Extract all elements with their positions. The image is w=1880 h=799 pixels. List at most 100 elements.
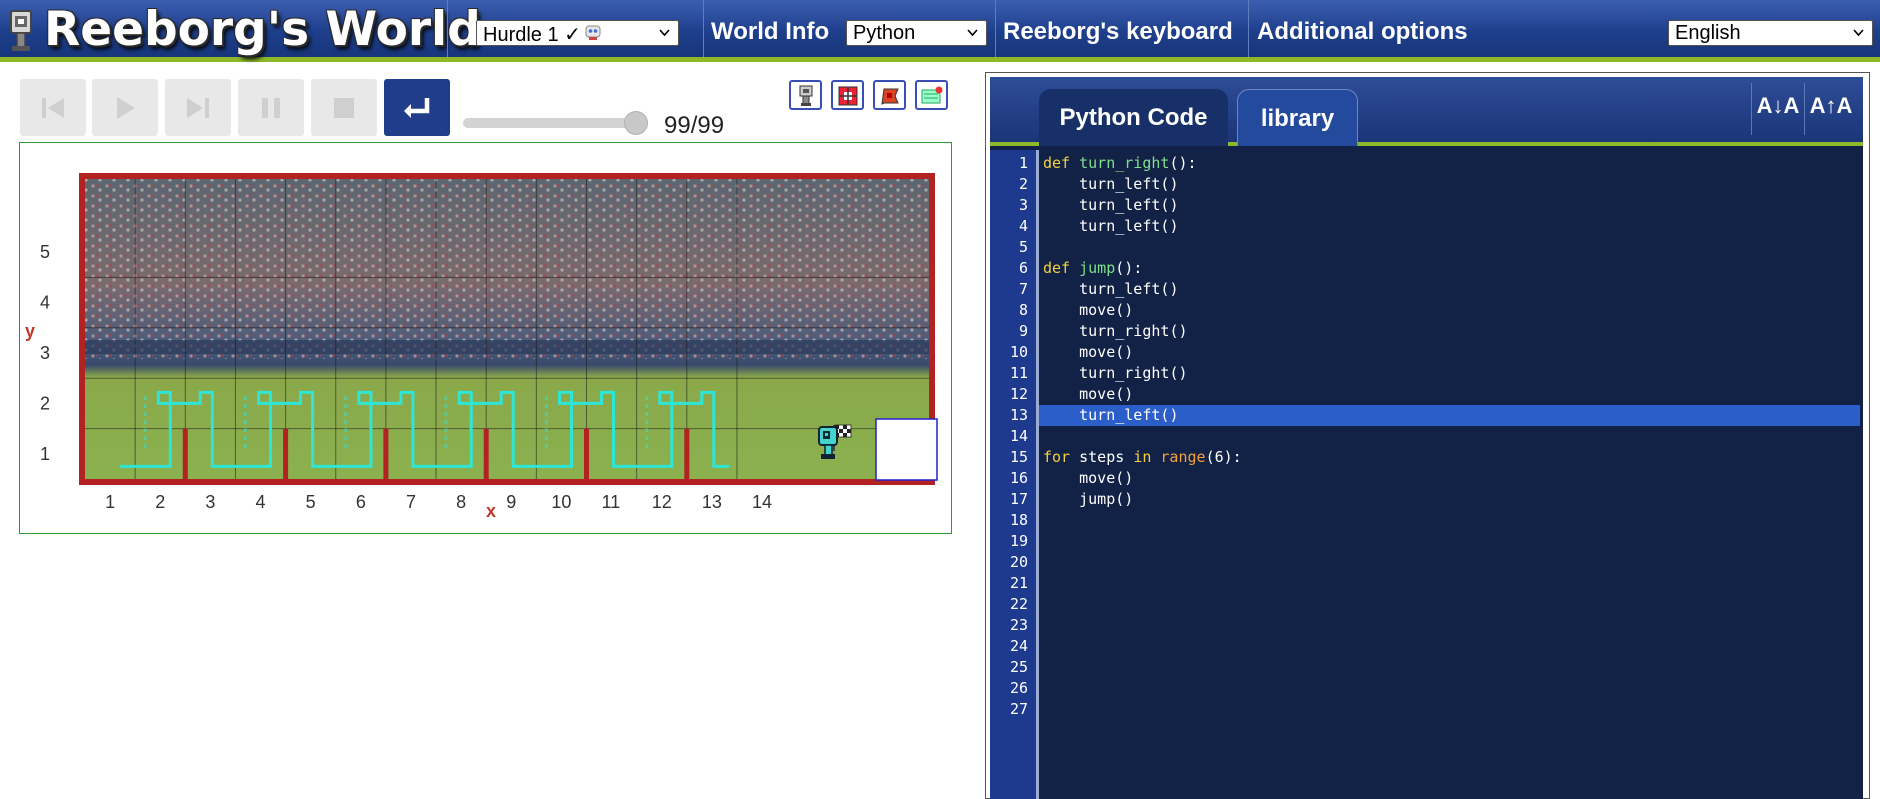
editor-tabbar: Python Code library A↓A A↑A [990, 77, 1863, 146]
run-button[interactable] [92, 79, 158, 136]
line-number: 24 [1009, 637, 1028, 655]
x-tick-label: 10 [551, 492, 571, 512]
code-line[interactable]: turn_right() [1043, 322, 1187, 340]
code-line[interactable]: def jump(): [1043, 259, 1142, 277]
robot-tool-button[interactable] [789, 80, 822, 110]
line-number: 10 [1009, 343, 1028, 361]
line-number: 17 [1009, 490, 1028, 508]
x-tick-label: 4 [256, 492, 266, 512]
chevron-down-icon [1853, 29, 1864, 37]
ui-language-value: English [1675, 22, 1741, 44]
y-axis-label: y [25, 321, 35, 341]
line-number: 5 [1018, 238, 1028, 256]
line-number: 2 [1018, 175, 1028, 193]
line-number: 12 [1009, 385, 1028, 403]
robot-emoji-icon [585, 25, 601, 40]
enter-icon [404, 98, 430, 118]
step-button[interactable] [165, 79, 231, 136]
line-number: 7 [1018, 280, 1028, 298]
x-tick-label: 11 [602, 492, 621, 512]
line-number: 8 [1018, 301, 1028, 319]
line-number: 20 [1009, 553, 1028, 571]
x-tick-label: 3 [205, 492, 215, 512]
x-tick-label: 9 [506, 492, 516, 512]
code-line[interactable]: move() [1043, 469, 1133, 487]
line-number: 1 [1018, 154, 1028, 172]
code-line[interactable]: jump() [1043, 490, 1133, 508]
code-line[interactable]: turn_left() [1043, 280, 1178, 298]
chevron-down-icon [967, 29, 978, 37]
pause-button[interactable] [238, 79, 304, 136]
line-number: 13 [1009, 406, 1028, 424]
y-tick-label: 3 [40, 343, 50, 363]
code-line[interactable]: turn_right() [1043, 364, 1187, 382]
world-select[interactable]: Hurdle 1 ✓ [476, 20, 679, 46]
pause-icon [262, 98, 280, 118]
app-header: Reeborg's World Hurdle 1 ✓ World Info Py… [0, 0, 1880, 62]
play-icon [117, 97, 135, 119]
flag-tool-button[interactable] [873, 80, 906, 110]
world-info-button[interactable]: World Info [711, 18, 829, 46]
code-line[interactable]: def turn_right(): [1043, 154, 1197, 172]
x-tick-label: 6 [356, 492, 366, 512]
step-counter: 99/99 [664, 112, 725, 139]
line-number: 25 [1009, 658, 1028, 676]
code-line[interactable]: turn_left() [1043, 196, 1178, 214]
reload-button[interactable] [20, 79, 86, 136]
tab-python-code[interactable]: Python Code [1039, 89, 1228, 146]
speed-slider-thumb[interactable] [623, 111, 648, 135]
line-number: 27 [1009, 700, 1028, 718]
stop-icon [334, 98, 354, 118]
code-line[interactable]: move() [1043, 385, 1133, 403]
x-tick-label: 5 [306, 492, 316, 512]
code-line[interactable]: turn_left() [1043, 175, 1178, 193]
gutter-edge [1036, 150, 1039, 799]
reeborgs-keyboard-button[interactable]: Reeborg's keyboard [1003, 18, 1233, 46]
step-icon [187, 98, 209, 118]
code-line[interactable]: move() [1043, 301, 1133, 319]
programming-language-select[interactable]: Python [846, 20, 987, 46]
additional-options-button[interactable]: Additional options [1257, 18, 1468, 46]
line-number: 23 [1009, 616, 1028, 634]
highlight-icon [838, 86, 858, 106]
x-tick-label: 7 [406, 492, 416, 512]
y-tick-label: 4 [40, 293, 50, 313]
x-tick-label: 1 [105, 492, 115, 512]
line-number: 21 [1009, 574, 1028, 592]
increase-font-button[interactable]: A↑A [1805, 83, 1857, 133]
x-tick-label: 13 [702, 492, 722, 512]
code-line[interactable]: move() [1043, 343, 1133, 361]
line-number: 11 [1009, 364, 1028, 382]
line-number: 14 [1009, 427, 1028, 445]
code-line[interactable]: for steps in range(6): [1043, 448, 1242, 466]
line-number: 3 [1018, 196, 1028, 214]
world-canvas[interactable]: 1 2 3 4 5 6 7 8 9 10 11 12 13 14 12345 x y [20, 143, 951, 533]
app-title: Reeborg's World [44, 2, 481, 57]
enter-button[interactable] [384, 79, 450, 136]
code-line[interactable]: turn_left() [1043, 406, 1178, 424]
world-canvas-frame: 1 2 3 4 5 6 7 8 9 10 11 12 13 14 12345 x y [19, 142, 952, 534]
stop-button[interactable] [311, 79, 377, 136]
world-edit-icon [921, 86, 943, 104]
y-axis-ticks: 1 2 3 4 5 [40, 242, 50, 464]
line-number-gutter: 1 2 3 4 5 6 7 8 9 10 11 12 13 14 15 16 17 18 19 20 21 22 23 24 2… [990, 150, 1036, 799]
x-tick-label: 8 [456, 492, 466, 512]
speed-slider-track[interactable] [463, 118, 645, 128]
line-number: 16 [1009, 469, 1028, 487]
tab-library[interactable]: library [1237, 89, 1358, 146]
reeborg-robot-icon [799, 85, 813, 106]
x-axis-ticks: 1 2 3 4 5 6 7 8 9 10 11 12 13 14 [105, 492, 772, 512]
x-tick-label: 14 [752, 492, 772, 512]
line-number: 9 [1018, 322, 1028, 340]
line-number: 26 [1009, 679, 1028, 697]
decrease-font-button[interactable]: A↓A [1752, 83, 1804, 133]
world-edit-tool-button[interactable] [915, 80, 948, 110]
reeborg-logo-icon [10, 10, 32, 51]
x-tick-label: 2 [155, 492, 165, 512]
ui-language-select[interactable]: English [1668, 20, 1873, 46]
line-number: 19 [1009, 532, 1028, 550]
y-tick-label: 1 [40, 444, 50, 464]
code-line[interactable]: turn_left() [1043, 217, 1178, 235]
highlight-tool-button[interactable] [831, 80, 864, 110]
line-number: 4 [1018, 217, 1028, 235]
